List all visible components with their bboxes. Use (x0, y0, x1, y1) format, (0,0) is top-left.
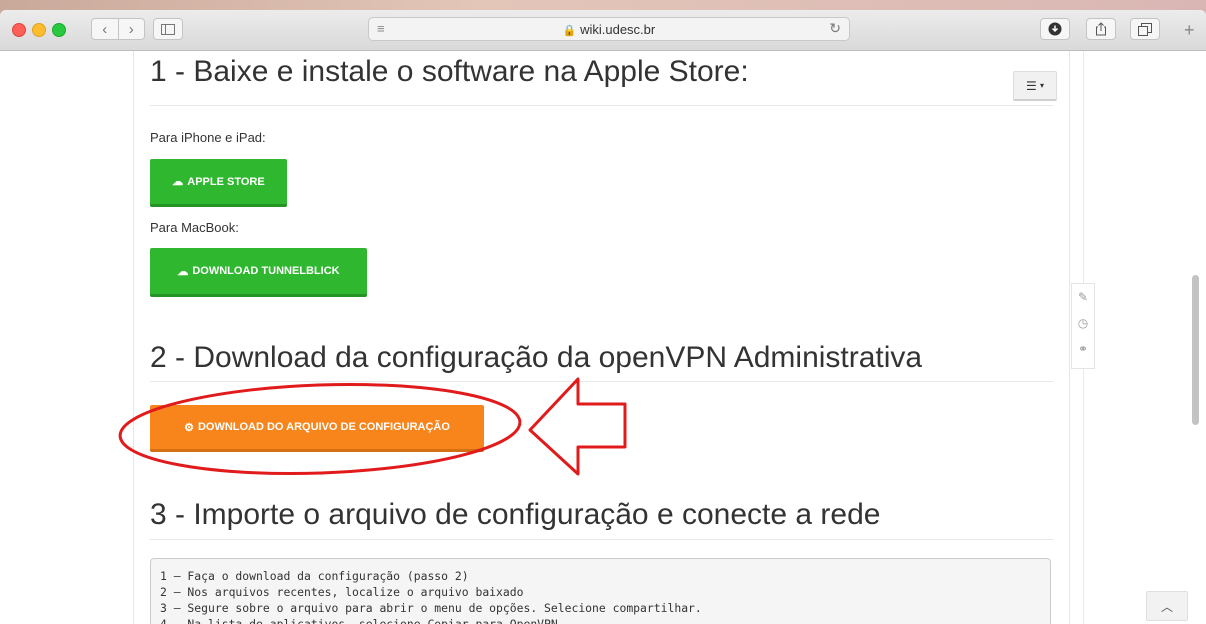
close-window-button[interactable] (12, 23, 26, 37)
page-content: 1 - Baixe e instale o software na Apple … (0, 51, 1206, 624)
url-text: wiki.udesc.br (580, 22, 656, 37)
browser-toolbar: ‹ › ≡ 🔒 wiki.udesc.br ↻ + (0, 10, 1206, 51)
url-display: 🔒 wiki.udesc.br (369, 22, 849, 37)
sidebar-toggle-icon[interactable] (153, 18, 183, 40)
zoom-window-button[interactable] (52, 23, 66, 37)
browser-window: ‹ › ≡ 🔒 wiki.udesc.br ↻ + 1 - Baixe e in… (0, 10, 1206, 624)
highlight-ellipse (118, 382, 522, 476)
lock-icon: 🔒 (562, 25, 577, 37)
annotation-overlay (118, 377, 627, 476)
address-bar[interactable]: ≡ 🔒 wiki.udesc.br ↻ (368, 17, 850, 41)
reload-icon[interactable]: ↻ (829, 20, 841, 37)
share-icon[interactable] (1086, 18, 1116, 40)
forward-icon[interactable]: › (119, 19, 145, 39)
navigation-buttons: ‹ › (91, 18, 145, 40)
pointer-arrow-icon (528, 377, 627, 476)
tabs-overview-icon[interactable] (1130, 18, 1160, 40)
downloads-icon[interactable] (1040, 18, 1070, 40)
back-icon[interactable]: ‹ (92, 19, 119, 39)
new-tab-icon[interactable]: + (1184, 20, 1195, 41)
minimize-window-button[interactable] (32, 23, 46, 37)
